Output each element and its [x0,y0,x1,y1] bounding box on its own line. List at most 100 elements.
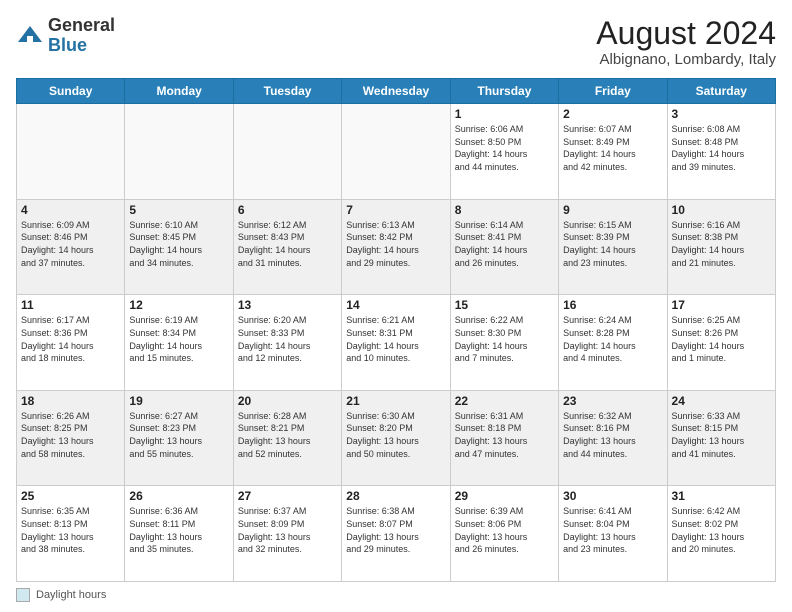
day-info: Sunrise: 6:26 AM Sunset: 8:25 PM Dayligh… [21,410,120,460]
day-number: 9 [563,203,662,217]
col-sunday: Sunday [17,79,125,104]
day-number: 18 [21,394,120,408]
logo-icon [16,22,44,50]
month-year: August 2024 [596,16,776,51]
day-number: 2 [563,107,662,121]
table-row: 4 Sunrise: 6:09 AM Sunset: 8:46 PM Daylig… [17,199,125,295]
day-info: Sunrise: 6:39 AM Sunset: 8:06 PM Dayligh… [455,505,554,555]
footer: Daylight hours [16,588,776,602]
table-row: 6 Sunrise: 6:12 AM Sunset: 8:43 PM Daylig… [233,199,341,295]
table-row: 16Sunrise: 6:24 AM Sunset: 8:28 PM Dayli… [559,295,667,391]
table-row: 18 Sunrise: 6:26 AM Sunset: 8:25 PM Dayli… [17,390,125,486]
day-number: 30 [563,489,662,503]
table-row: 3 Sunrise: 6:08 AM Sunset: 8:48 PM Daylig… [667,104,775,200]
day-info: Sunrise: 6:19 AM Sunset: 8:34 PM Dayligh… [129,314,228,364]
day-info: Sunrise: 6:30 AM Sunset: 8:20 PM Dayligh… [346,410,445,460]
calendar: Sunday Monday Tuesday Wednesday Thursday… [16,78,776,582]
table-row: 2Sunrise: 6:07 AM Sunset: 8:49 PM Daylig… [559,104,667,200]
day-number: 15 [455,298,554,312]
day-info: Sunrise: 6:32 AM Sunset: 8:16 PM Dayligh… [563,410,662,460]
day-info: Sunrise: 6:31 AM Sunset: 8:18 PM Dayligh… [455,410,554,460]
table-row: 25 Sunrise: 6:35 AM Sunset: 8:13 PM Dayli… [17,486,125,582]
day-number: 1 [455,107,554,121]
day-info: Sunrise: 6:10 AM Sunset: 8:45 PM Dayligh… [129,219,228,269]
table-row: 12 Sunrise: 6:19 AM Sunset: 8:34 PM Dayli… [125,295,233,391]
day-info: Sunrise: 6:16 AM Sunset: 8:38 PM Dayligh… [672,219,771,269]
day-number: 22 [455,394,554,408]
table-row: 15 Sunrise: 6:22 AM Sunset: 8:30 PM Dayli… [450,295,558,391]
table-row: 1 Sunrise: 6:06 AM Sunset: 8:50 PM Daylig… [450,104,558,200]
day-number: 25 [21,489,120,503]
day-info: Sunrise: 6:35 AM Sunset: 8:13 PM Dayligh… [21,505,120,555]
table-row [233,104,341,200]
logo: General Blue [16,16,115,56]
table-row: 31 Sunrise: 6:42 AM Sunset: 8:02 PM Dayli… [667,486,775,582]
day-number: 27 [238,489,337,503]
day-info: Sunrise: 6:33 AM Sunset: 8:15 PM Dayligh… [672,410,771,460]
day-number: 14 [346,298,445,312]
day-info: Sunrise: 6:13 AM Sunset: 8:42 PM Dayligh… [346,219,445,269]
calendar-week-row: 18 Sunrise: 6:26 AM Sunset: 8:25 PM Dayli… [17,390,776,486]
table-row: 13Sunrise: 6:20 AM Sunset: 8:33 PM Dayli… [233,295,341,391]
day-info: Sunrise: 6:38 AM Sunset: 8:07 PM Dayligh… [346,505,445,555]
calendar-week-row: 11Sunrise: 6:17 AM Sunset: 8:36 PM Dayli… [17,295,776,391]
day-number: 28 [346,489,445,503]
calendar-week-row: 4 Sunrise: 6:09 AM Sunset: 8:46 PM Daylig… [17,199,776,295]
table-row: 20 Sunrise: 6:28 AM Sunset: 8:21 PM Dayli… [233,390,341,486]
table-row [342,104,450,200]
day-info: Sunrise: 6:27 AM Sunset: 8:23 PM Dayligh… [129,410,228,460]
location: Albignano, Lombardy, Italy [596,51,776,68]
day-number: 3 [672,107,771,121]
day-number: 4 [21,203,120,217]
table-row: 28 Sunrise: 6:38 AM Sunset: 8:07 PM Dayli… [342,486,450,582]
table-row: 5Sunrise: 6:10 AM Sunset: 8:45 PM Daylig… [125,199,233,295]
day-number: 24 [672,394,771,408]
col-tuesday: Tuesday [233,79,341,104]
day-info: Sunrise: 6:37 AM Sunset: 8:09 PM Dayligh… [238,505,337,555]
table-row: 9 Sunrise: 6:15 AM Sunset: 8:39 PM Daylig… [559,199,667,295]
day-info: Sunrise: 6:22 AM Sunset: 8:30 PM Dayligh… [455,314,554,364]
day-info: Sunrise: 6:17 AM Sunset: 8:36 PM Dayligh… [21,314,120,364]
col-thursday: Thursday [450,79,558,104]
page: General Blue August 2024 Albignano, Lomb… [0,0,792,612]
day-info: Sunrise: 6:15 AM Sunset: 8:39 PM Dayligh… [563,219,662,269]
logo-blue-text: Blue [48,35,87,55]
day-info: Sunrise: 6:28 AM Sunset: 8:21 PM Dayligh… [238,410,337,460]
day-number: 12 [129,298,228,312]
table-row: 10 Sunrise: 6:16 AM Sunset: 8:38 PM Dayli… [667,199,775,295]
day-number: 6 [238,203,337,217]
day-info: Sunrise: 6:06 AM Sunset: 8:50 PM Dayligh… [455,123,554,173]
table-row [125,104,233,200]
day-info: Sunrise: 6:42 AM Sunset: 8:02 PM Dayligh… [672,505,771,555]
calendar-week-row: 25 Sunrise: 6:35 AM Sunset: 8:13 PM Dayli… [17,486,776,582]
table-row: 21 Sunrise: 6:30 AM Sunset: 8:20 PM Dayli… [342,390,450,486]
table-row: 7 Sunrise: 6:13 AM Sunset: 8:42 PM Daylig… [342,199,450,295]
day-number: 10 [672,203,771,217]
day-number: 31 [672,489,771,503]
col-friday: Friday [559,79,667,104]
col-wednesday: Wednesday [342,79,450,104]
table-row: 17Sunrise: 6:25 AM Sunset: 8:26 PM Dayli… [667,295,775,391]
table-row: 27 Sunrise: 6:37 AM Sunset: 8:09 PM Dayli… [233,486,341,582]
day-number: 26 [129,489,228,503]
day-number: 21 [346,394,445,408]
table-row: 23 Sunrise: 6:32 AM Sunset: 8:16 PM Dayli… [559,390,667,486]
logo-general-text: General [48,15,115,35]
day-number: 16 [563,298,662,312]
table-row: 11Sunrise: 6:17 AM Sunset: 8:36 PM Dayli… [17,295,125,391]
day-info: Sunrise: 6:12 AM Sunset: 8:43 PM Dayligh… [238,219,337,269]
day-info: Sunrise: 6:41 AM Sunset: 8:04 PM Dayligh… [563,505,662,555]
table-row [17,104,125,200]
table-row: 30 Sunrise: 6:41 AM Sunset: 8:04 PM Dayli… [559,486,667,582]
title-block: August 2024 Albignano, Lombardy, Italy [596,16,776,68]
day-info: Sunrise: 6:09 AM Sunset: 8:46 PM Dayligh… [21,219,120,269]
day-number: 20 [238,394,337,408]
day-number: 7 [346,203,445,217]
table-row: 22 Sunrise: 6:31 AM Sunset: 8:18 PM Dayli… [450,390,558,486]
day-number: 23 [563,394,662,408]
day-info: Sunrise: 6:14 AM Sunset: 8:41 PM Dayligh… [455,219,554,269]
day-info: Sunrise: 6:08 AM Sunset: 8:48 PM Dayligh… [672,123,771,173]
table-row: 8Sunrise: 6:14 AM Sunset: 8:41 PM Daylig… [450,199,558,295]
day-number: 13 [238,298,337,312]
header: General Blue August 2024 Albignano, Lomb… [16,16,776,68]
